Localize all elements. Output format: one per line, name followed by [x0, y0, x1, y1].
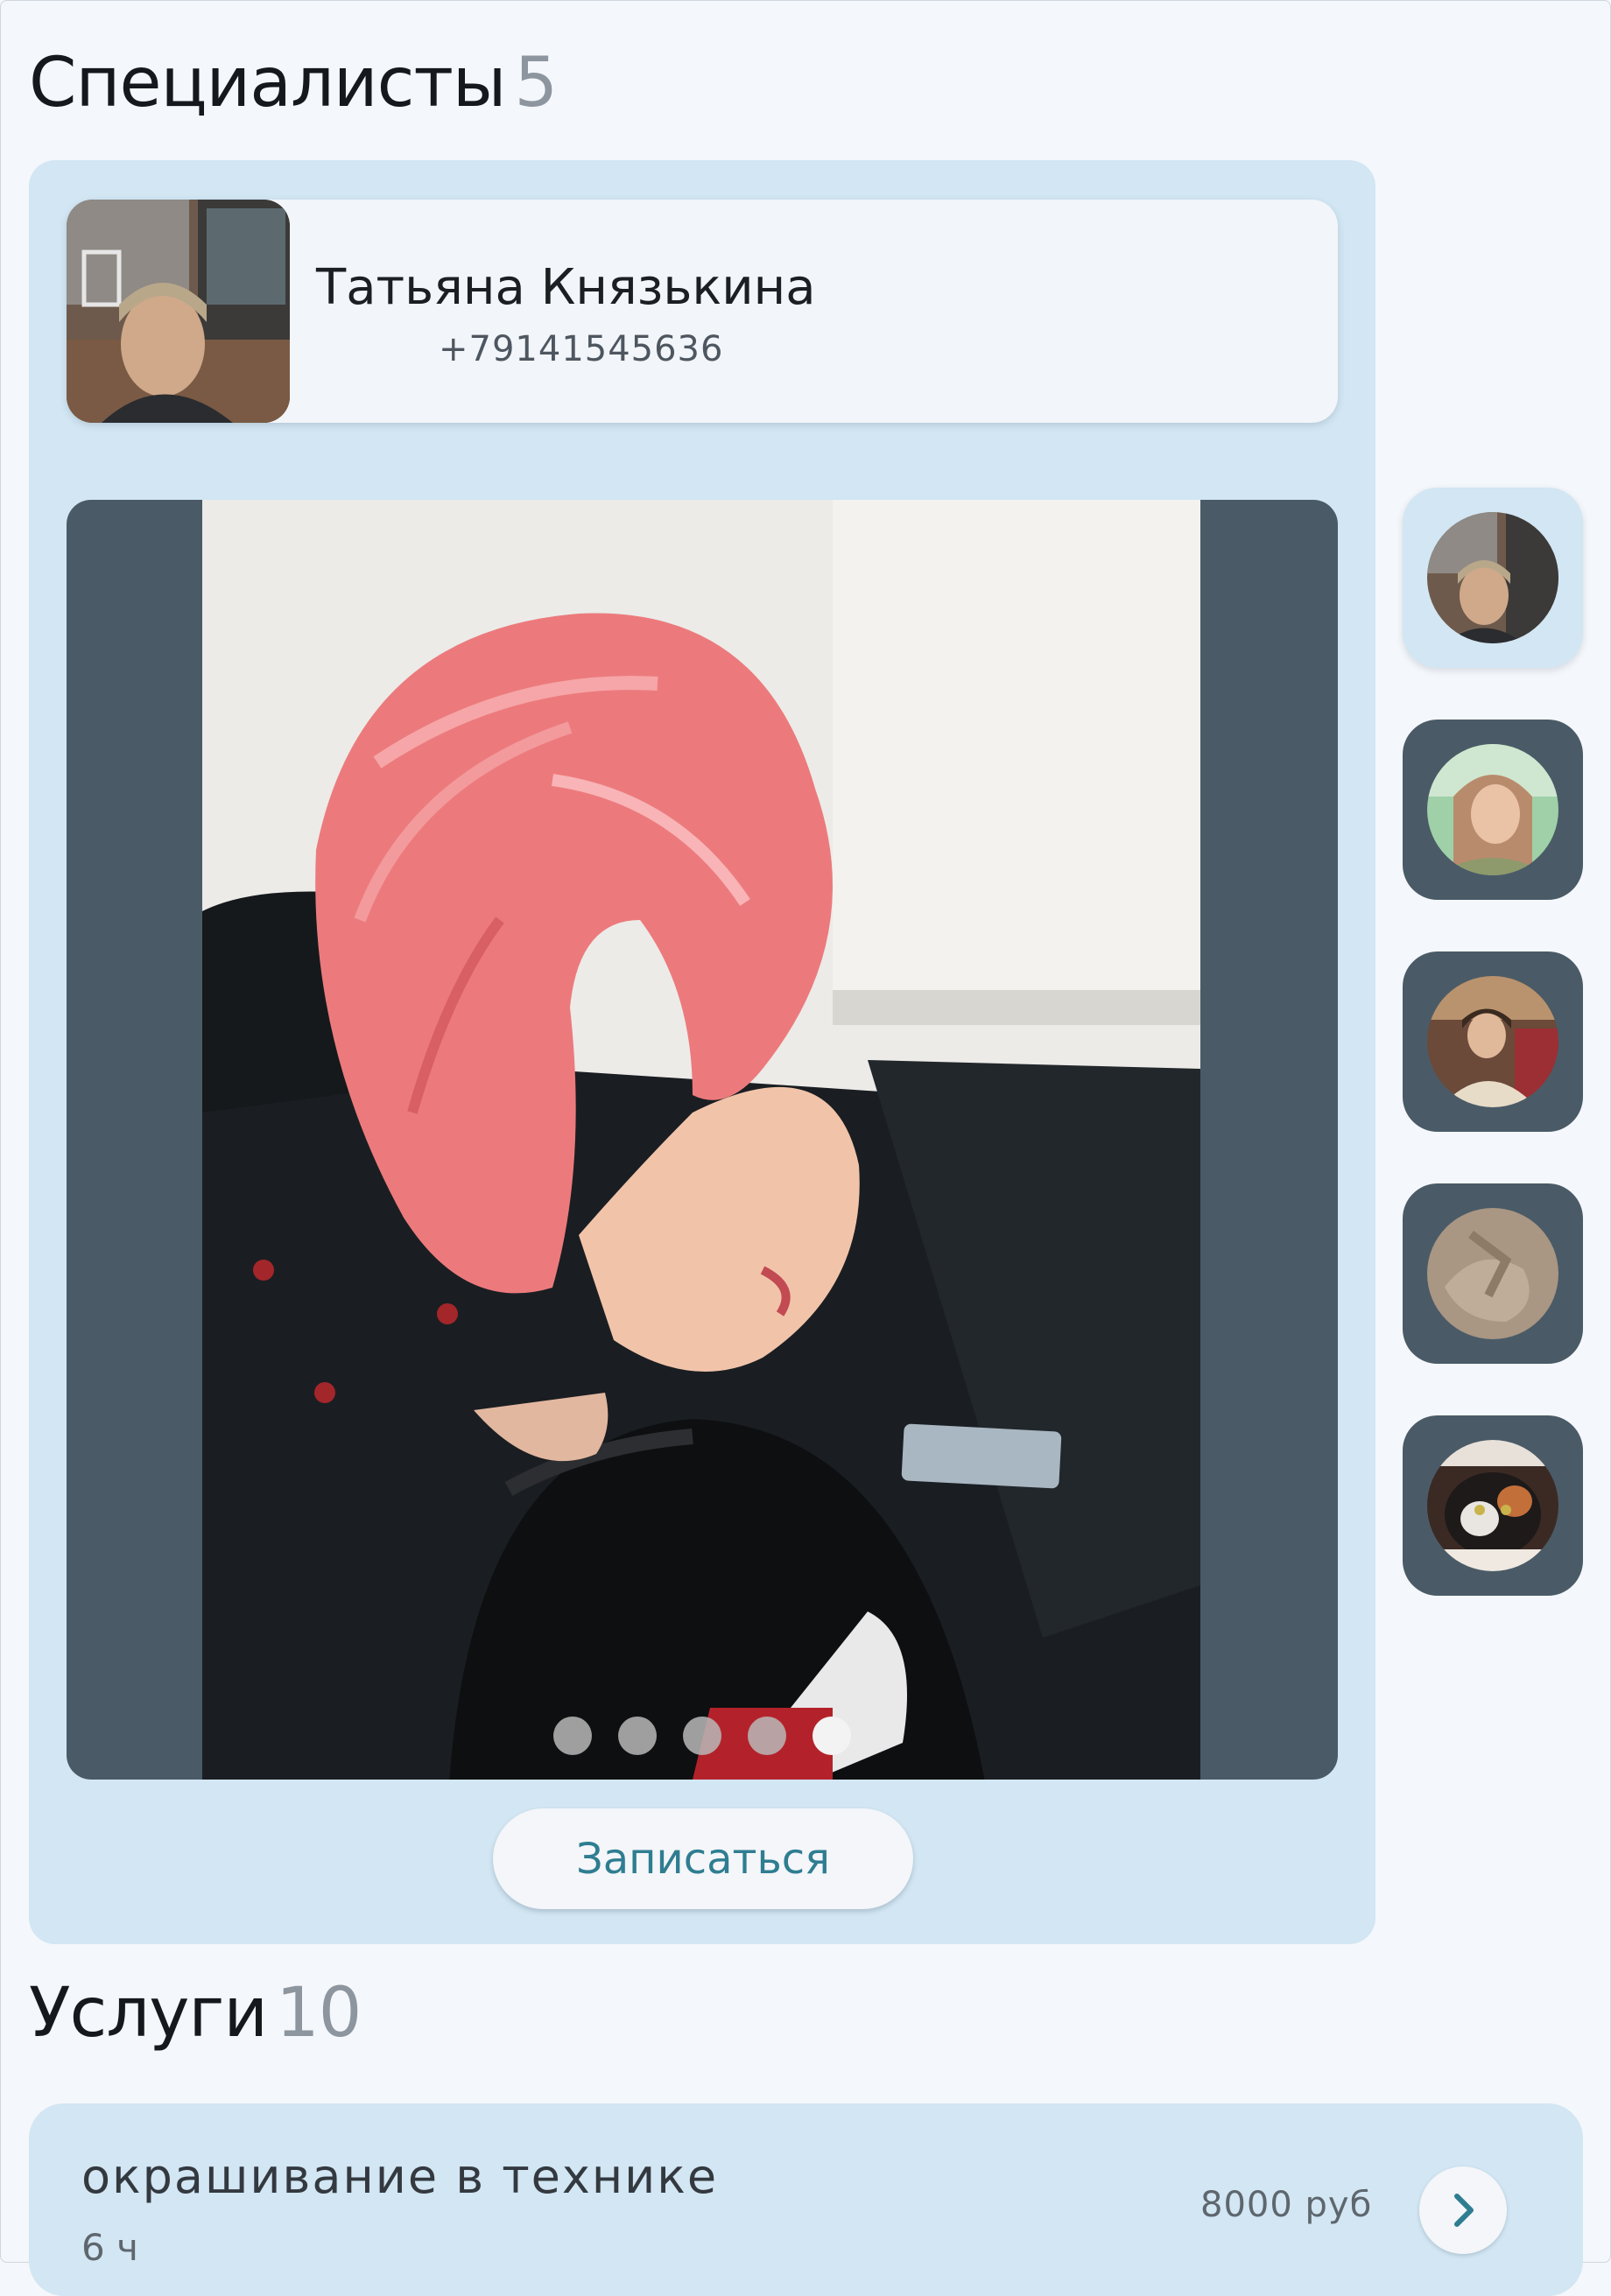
specialist-avatar: [67, 200, 290, 423]
services-count: 10: [276, 1974, 362, 2053]
specialist-card[interactable]: Татьяна Князькина +79141545636: [67, 200, 1338, 423]
avatar-photo: [1427, 976, 1558, 1107]
specialist-thumbnail-2[interactable]: [1403, 720, 1583, 900]
specialists-count: 5: [514, 44, 558, 123]
services-heading: Услуги 10: [29, 1974, 362, 2053]
avatar-photo: [1427, 1208, 1558, 1339]
gallery-pagination: [67, 1717, 1338, 1755]
service-name: окрашивание в технике: [81, 2149, 719, 2204]
specialist-phone[interactable]: +79141545636: [439, 329, 723, 369]
avatar-photo: [1427, 744, 1558, 875]
gallery-dot[interactable]: [748, 1717, 786, 1755]
service-open-button[interactable]: [1419, 2166, 1507, 2254]
service-price: 8000 руб: [1200, 2185, 1373, 2225]
services-title: Услуги: [29, 1974, 268, 2053]
avatar-photo: [1427, 512, 1558, 643]
specialist-thumbnail-1[interactable]: [1403, 488, 1583, 668]
avatar-photo: [1427, 1440, 1558, 1571]
service-item[interactable]: окрашивание в технике 6 ч 8000 руб: [29, 2103, 1583, 2296]
specialist-thumbnail-4[interactable]: [1403, 1183, 1583, 1364]
specialist-thumbnail-5[interactable]: [1403, 1415, 1583, 1596]
gallery-dot[interactable]: [683, 1717, 721, 1755]
book-appointment-button[interactable]: Записаться: [493, 1808, 913, 1909]
portfolio-photo: [202, 500, 1200, 1780]
specialists-title: Специалисты: [29, 44, 506, 123]
gallery-dot[interactable]: [553, 1717, 592, 1755]
specialist-name: Татьяна Князькина: [316, 259, 816, 316]
specialist-thumbnail-3[interactable]: [1403, 951, 1583, 1132]
gallery-dot-active[interactable]: [813, 1717, 851, 1755]
gallery-dot[interactable]: [618, 1717, 657, 1755]
specialists-heading: Специалисты 5: [29, 44, 558, 123]
specialist-panel: Татьяна Князькина +79141545636 Записатьс…: [29, 160, 1375, 1944]
portfolio-gallery[interactable]: [67, 500, 1338, 1780]
chevron-right-icon: [1454, 2194, 1474, 2227]
